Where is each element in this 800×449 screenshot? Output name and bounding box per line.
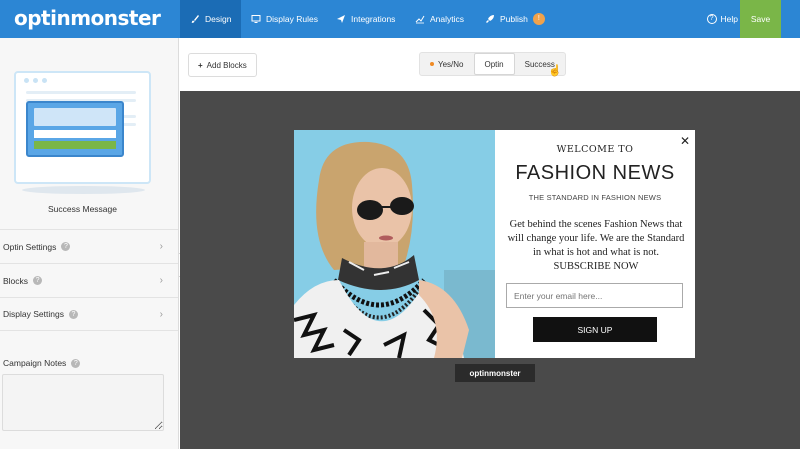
nav-publish[interactable]: Publish ! bbox=[475, 0, 555, 38]
nav-analytics-label: Analytics bbox=[430, 14, 465, 24]
publish-alert-badge: ! bbox=[532, 13, 545, 25]
preview-shadow bbox=[22, 186, 145, 194]
sidebar-item-optin-settings[interactable]: Optin Settings ? › bbox=[0, 229, 178, 263]
powered-by-logo-text: optinmonster bbox=[469, 368, 521, 378]
chevron-right-icon: › bbox=[159, 308, 163, 320]
popup-body-copy: Get behind the scenes Fashion News that … bbox=[507, 219, 685, 272]
help-icon[interactable]: ? bbox=[71, 358, 81, 368]
nav-analytics[interactable]: Analytics bbox=[405, 0, 474, 38]
brush-icon bbox=[191, 15, 199, 23]
window-dots bbox=[24, 78, 47, 83]
campaign-notes-field[interactable] bbox=[2, 374, 164, 431]
optin-popup[interactable]: ✕ WELCOME TO FASHION NEWS THE STANDARD I… bbox=[294, 130, 695, 358]
chevron-right-icon: › bbox=[159, 241, 163, 252]
status-dot-icon bbox=[430, 62, 434, 66]
help-icon[interactable]: ? bbox=[68, 309, 78, 319]
tab-yes-no[interactable]: Yes/No bbox=[420, 53, 474, 75]
view-switcher: Yes/No Optin Success bbox=[419, 52, 566, 76]
sidebar-item-label: Display Settings bbox=[3, 309, 64, 319]
success-message-preview[interactable] bbox=[14, 71, 151, 194]
nav-design[interactable]: Design bbox=[180, 0, 242, 38]
campaign-notes-heading: Campaign Notes ? bbox=[3, 358, 81, 368]
tab-optin-label: Optin bbox=[484, 59, 504, 69]
sidebar-item-label: Optin Settings bbox=[3, 241, 57, 252]
nav-integrations-label: Integrations bbox=[351, 14, 396, 24]
help-icon[interactable]: ? bbox=[61, 242, 71, 251]
mouse-cursor-icon: ☝ bbox=[548, 65, 562, 77]
plane-icon bbox=[337, 15, 345, 23]
rocket-icon bbox=[486, 15, 494, 23]
popup-tagline: THE STANDARD IN FASHION NEWS bbox=[528, 193, 662, 202]
help-label: Help bbox=[720, 14, 738, 24]
optinmonster-logo[interactable]: optinmonster bbox=[14, 6, 161, 30]
preview-modal-illustration bbox=[26, 101, 124, 157]
popup-headline: FASHION NEWS bbox=[515, 162, 675, 184]
email-field[interactable] bbox=[506, 283, 683, 308]
nav-display-rules-label: Display Rules bbox=[266, 14, 318, 24]
powered-by-badge[interactable]: optinmonster bbox=[455, 364, 535, 382]
nav-publish-label: Publish bbox=[500, 14, 528, 24]
chevron-right-icon: › bbox=[159, 275, 163, 286]
sidebar-item-label: Blocks bbox=[3, 275, 29, 286]
plus-icon: + bbox=[198, 60, 203, 70]
popup-welcome-text: WELCOME TO bbox=[556, 144, 634, 155]
nav-integrations[interactable]: Integrations bbox=[326, 0, 405, 38]
fashion-model-photo bbox=[294, 130, 495, 358]
sidebar-item-display-settings[interactable]: Display Settings ? › bbox=[0, 297, 178, 331]
help-icon[interactable]: ? bbox=[33, 276, 43, 285]
tab-yes-no-label: Yes/No bbox=[438, 59, 464, 69]
sidebar-item-blocks[interactable]: Blocks ? › bbox=[0, 263, 178, 297]
editor-toolbar: + Add Blocks Yes/No Optin Success bbox=[180, 38, 800, 91]
question-icon: ? bbox=[706, 14, 717, 24]
logo-text: optinmonster bbox=[14, 6, 161, 30]
nav-display-rules[interactable]: Display Rules bbox=[241, 0, 328, 38]
tab-optin[interactable]: Optin bbox=[473, 53, 515, 75]
left-sidebar: Success Message Optin Settings ? › Block… bbox=[0, 38, 179, 449]
campaign-notes-label: Campaign Notes bbox=[3, 358, 67, 368]
nav-design-label: Design bbox=[205, 14, 232, 24]
save-button[interactable]: Save bbox=[740, 0, 781, 38]
fashion-model-image bbox=[294, 130, 495, 358]
success-message-label: Success Message bbox=[48, 204, 117, 214]
chart-icon bbox=[415, 15, 425, 24]
add-blocks-label: Add Blocks bbox=[206, 60, 247, 70]
top-navigation-bar: optinmonster Design Display Rules Integr… bbox=[0, 0, 800, 38]
monitor-icon bbox=[251, 15, 261, 23]
add-blocks-button[interactable]: + Add Blocks bbox=[188, 53, 257, 77]
help-link[interactable]: ? Help bbox=[706, 0, 738, 38]
sign-up-button[interactable]: SIGN UP bbox=[533, 317, 657, 342]
